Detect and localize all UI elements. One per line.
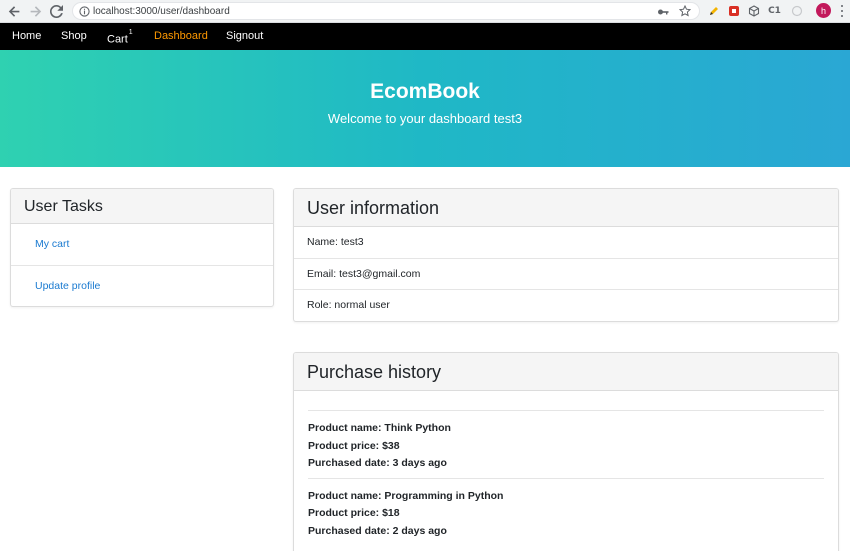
address-bar[interactable]: localhost:3000/user/dashboard <box>72 2 700 20</box>
list-item: Update profile <box>11 266 273 306</box>
purchase-history-title: Purchase history <box>294 353 838 391</box>
user-email-row: Email: test3@gmail.com <box>294 259 838 290</box>
nav-link-shop[interactable]: Shop <box>61 30 87 43</box>
nav-link-signout[interactable]: Signout <box>226 30 263 43</box>
main-navbar: Home Shop Cart1 Dashboard Signout <box>0 23 850 50</box>
purchase-entry: Product name: Think Python Product price… <box>308 410 824 478</box>
nav-link-cart[interactable]: Cart1 <box>107 29 133 47</box>
forward-icon[interactable] <box>27 3 43 19</box>
browser-toolbar: localhost:3000/user/dashboard C1 h <box>0 0 850 23</box>
user-name-row: Name: test3 <box>294 227 838 259</box>
user-role-row: Role: normal user <box>307 299 390 311</box>
url-text[interactable]: localhost:3000/user/dashboard <box>93 5 230 18</box>
nav-link-dashboard[interactable]: Dashboard <box>154 30 208 43</box>
key-icon[interactable] <box>657 6 669 18</box>
bookmark-star-icon[interactable] <box>679 5 691 17</box>
nav-link-home[interactable]: Home <box>12 30 41 43</box>
product-price: Product price: $18 <box>308 507 400 519</box>
product-name: Product name: Think Python <box>308 422 451 434</box>
my-cart-link[interactable]: My cart <box>35 238 69 250</box>
user-tasks-title: User Tasks <box>11 189 273 224</box>
purchase-list: Product name: Think Python Product price… <box>294 391 838 545</box>
cube-extension-icon[interactable] <box>747 4 760 17</box>
page-title: EcomBook <box>370 80 480 103</box>
back-icon[interactable] <box>6 3 22 19</box>
pencil-extension-icon[interactable] <box>707 4 720 17</box>
purchased-date: Purchased date: 3 days ago <box>308 457 447 469</box>
c1-extension-icon[interactable]: C1 <box>768 4 781 17</box>
red-extension-icon[interactable] <box>727 4 740 17</box>
list-item: My cart <box>11 224 273 266</box>
circle-extension-icon[interactable] <box>790 4 803 17</box>
user-tasks-card: User Tasks My cart Update profile <box>10 188 274 307</box>
product-name: Product name: Programming in Python <box>308 489 504 502</box>
nav-link-cart-label: Cart <box>107 33 128 46</box>
cart-count-badge: 1 <box>128 29 133 36</box>
product-price: Product price: $38 <box>308 439 400 452</box>
page-subtitle: Welcome to your dashboard test3 <box>327 111 523 126</box>
profile-avatar[interactable]: h <box>816 3 831 18</box>
update-profile-link[interactable]: Update profile <box>35 280 100 292</box>
reload-icon[interactable] <box>48 3 64 19</box>
user-information-card: User information Name: test3 Email: test… <box>293 188 839 322</box>
menu-kebab-icon[interactable] <box>839 4 845 18</box>
purchase-entry: Product name: Programming in Python Prod… <box>308 477 824 546</box>
purchased-date: Purchased date: 2 days ago <box>308 524 447 537</box>
user-information-title: User information <box>294 189 838 227</box>
purchase-history-card: Purchase history Product name: Think Pyt… <box>293 352 839 551</box>
info-icon[interactable] <box>79 6 90 17</box>
dashboard-jumbotron: EcomBook Welcome to your dashboard test3 <box>0 50 850 167</box>
